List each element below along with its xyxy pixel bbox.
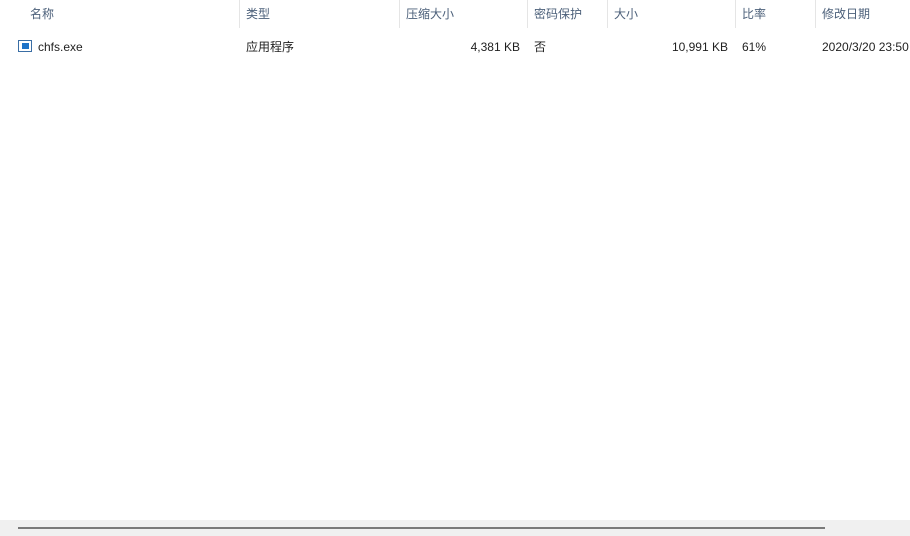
file-ratio: 61%: [742, 40, 767, 54]
column-password[interactable]: 密码保护: [528, 0, 608, 28]
column-type[interactable]: 类型: [240, 0, 400, 28]
file-password: 否: [534, 40, 547, 54]
file-packed-size: 4,381 KB: [470, 40, 520, 54]
column-packed-size[interactable]: 压缩大小: [400, 0, 528, 28]
sort-ascending-icon: ^: [126, 0, 132, 6]
file-type: 应用程序: [246, 40, 295, 54]
file-modified: 2020/3/20 23:50: [822, 40, 909, 54]
column-name[interactable]: 名称: [24, 0, 240, 28]
file-row[interactable]: chfs.exe 应用程序 4,381 KB 否 10,991 KB 61% 2…: [0, 36, 910, 58]
column-size[interactable]: 大小: [608, 0, 736, 28]
file-name: chfs.exe: [38, 40, 83, 54]
exe-icon: [18, 40, 32, 52]
scrollbar-thumb[interactable]: [18, 527, 825, 529]
column-header: 名称 ^ 类型 压缩大小 密码保护 大小 比率 修改日期: [0, 0, 910, 28]
horizontal-scrollbar[interactable]: [0, 520, 910, 536]
column-ratio[interactable]: 比率: [736, 0, 816, 28]
file-size: 10,991 KB: [671, 40, 728, 54]
column-modified[interactable]: 修改日期: [816, 0, 910, 28]
